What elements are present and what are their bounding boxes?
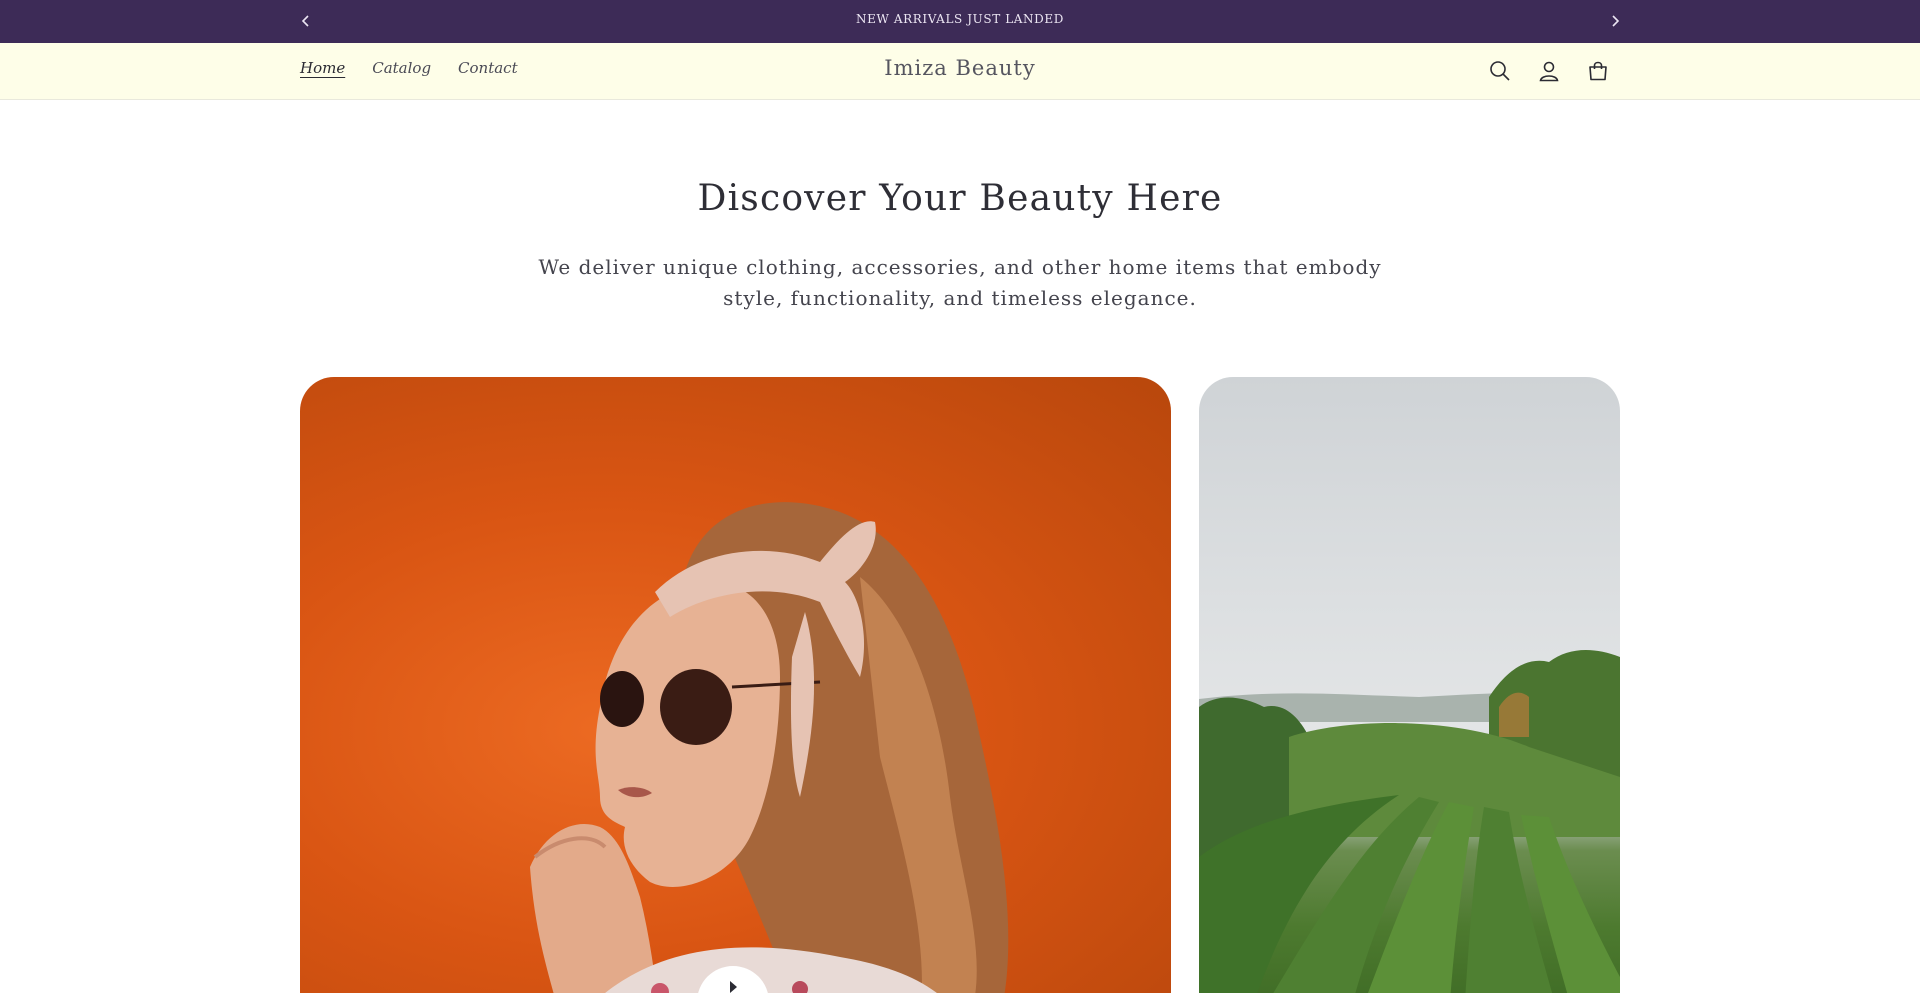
- search-icon[interactable]: [1486, 57, 1513, 84]
- announcement-bar: NEW ARRIVALS JUST LANDED: [0, 0, 1920, 43]
- nav-home-link[interactable]: Home: [300, 59, 345, 77]
- nav-contact-link[interactable]: Contact: [458, 59, 518, 77]
- site-header: Home Catalog Contact Imiza Beauty: [0, 43, 1920, 100]
- header-icons: [1486, 57, 1611, 84]
- cart-icon[interactable]: [1584, 57, 1611, 84]
- play-icon: [730, 981, 737, 993]
- hero-image-woman[interactable]: [300, 377, 1171, 993]
- chevron-right-icon[interactable]: [1605, 10, 1625, 32]
- hero-subtitle: We deliver unique clothing, accessories,…: [538, 255, 1382, 310]
- hero-title: Discover Your Beauty Here: [697, 178, 1223, 219]
- hero-image-tea-field[interactable]: [1199, 377, 1620, 993]
- tea-field-illustration: [1199, 650, 1620, 993]
- brand-wrapper: Imiza Beauty: [0, 56, 1920, 80]
- woman-illustration: [530, 502, 1009, 993]
- chevron-left-icon[interactable]: [296, 10, 316, 32]
- main-nav: Home Catalog Contact: [300, 59, 518, 77]
- brand-logo[interactable]: Imiza Beauty: [884, 56, 1035, 80]
- account-icon[interactable]: [1535, 57, 1562, 84]
- announcement-text[interactable]: NEW ARRIVALS JUST LANDED: [856, 12, 1064, 26]
- nav-catalog-link[interactable]: Catalog: [372, 59, 431, 77]
